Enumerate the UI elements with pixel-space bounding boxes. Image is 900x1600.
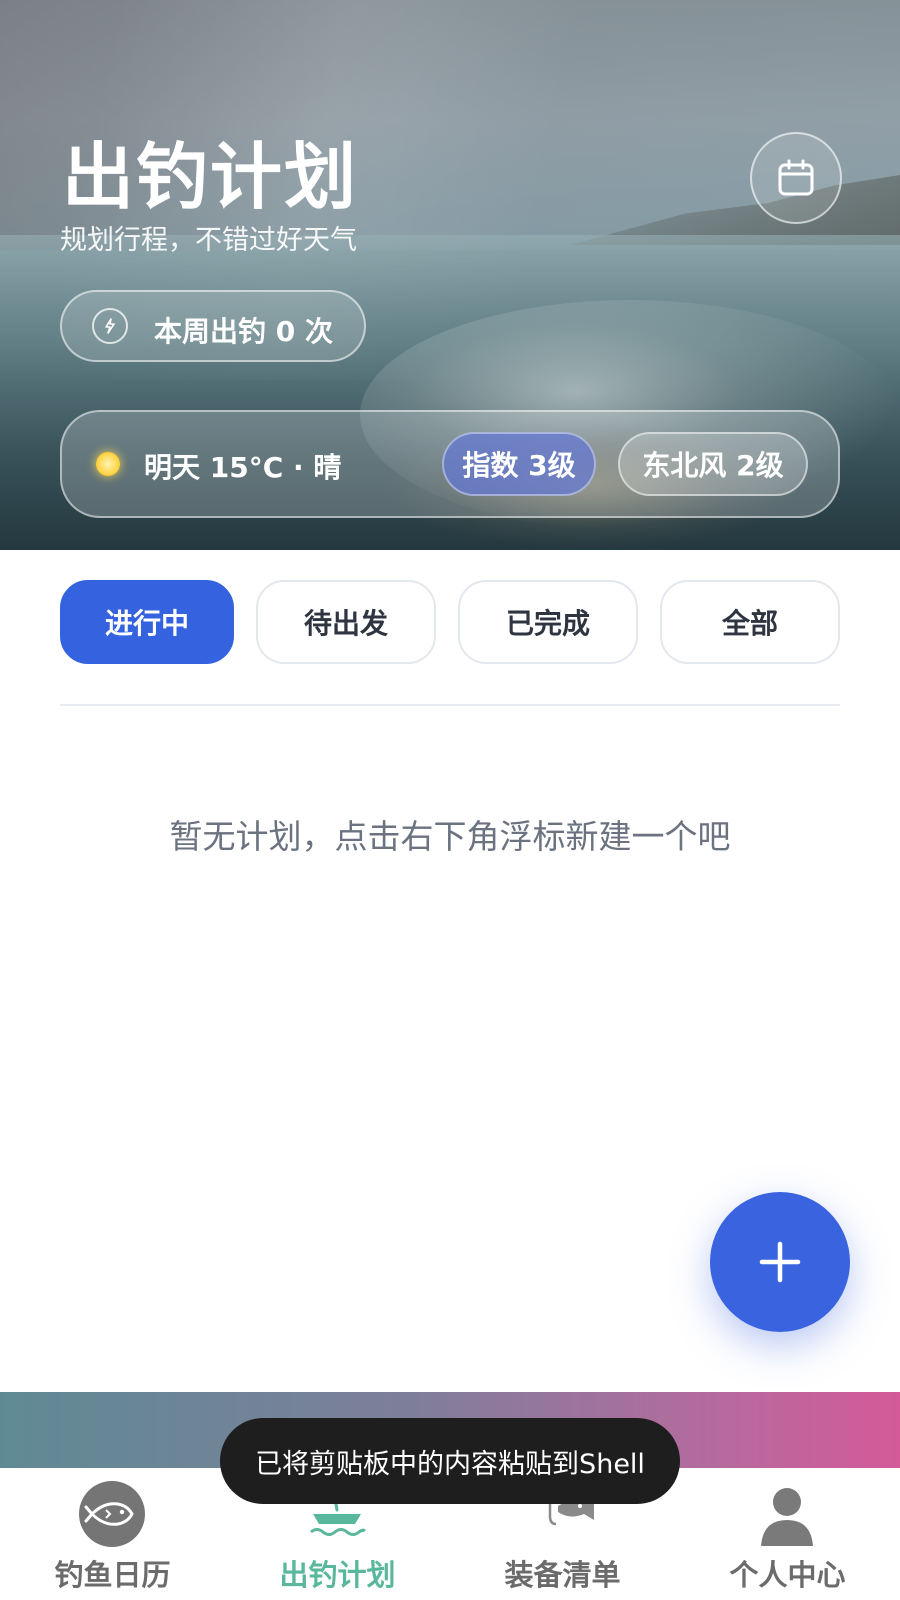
nav-item-profile[interactable]: 个人中心 (675, 1468, 900, 1600)
page-title: 出钓计划 (62, 135, 359, 219)
status-tabs: 进行中 待出发 已完成 全部 (60, 580, 840, 664)
nav-label-plan: 出钓计划 (279, 1558, 396, 1592)
nav-label-profile: 个人中心 (729, 1558, 846, 1592)
week-count-pill: 本周出钓 0 次 (60, 290, 366, 362)
week-count-text: 本周出钓 0 次 (154, 315, 333, 348)
add-plan-button[interactable] (710, 1192, 850, 1332)
nav-item-calendar[interactable]: 钓鱼日历 (0, 1468, 225, 1600)
tab-pending[interactable]: 待出发 (256, 580, 436, 664)
fish-icon (79, 1481, 145, 1547)
weather-card: 明天 15°C · 晴 指数 3级 东北风 2级 (60, 410, 840, 518)
tab-in-progress[interactable]: 进行中 (60, 580, 234, 664)
calendar-button[interactable] (750, 132, 842, 224)
divider (60, 704, 840, 706)
tab-all[interactable]: 全部 (660, 580, 840, 664)
lightning-icon (92, 308, 128, 344)
wind-badge: 东北风 2级 (618, 432, 808, 496)
calendar-icon (778, 159, 814, 196)
plus-icon (759, 1241, 801, 1283)
page-subtitle: 规划行程，不错过好天气 (60, 225, 357, 256)
tab-completed[interactable]: 已完成 (458, 580, 638, 664)
toast-message: 已将剪贴板中的内容粘贴到Shell (220, 1418, 680, 1504)
person-icon (761, 1488, 813, 1546)
sun-icon (96, 452, 120, 476)
nav-label-calendar: 钓鱼日历 (54, 1558, 171, 1592)
nav-label-gear: 装备清单 (504, 1558, 621, 1592)
weather-text: 明天 15°C · 晴 (144, 451, 342, 484)
fishing-index-badge: 指数 3级 (442, 432, 596, 496)
empty-state-text: 暂无计划，点击右下角浮标新建一个吧 (169, 817, 731, 856)
